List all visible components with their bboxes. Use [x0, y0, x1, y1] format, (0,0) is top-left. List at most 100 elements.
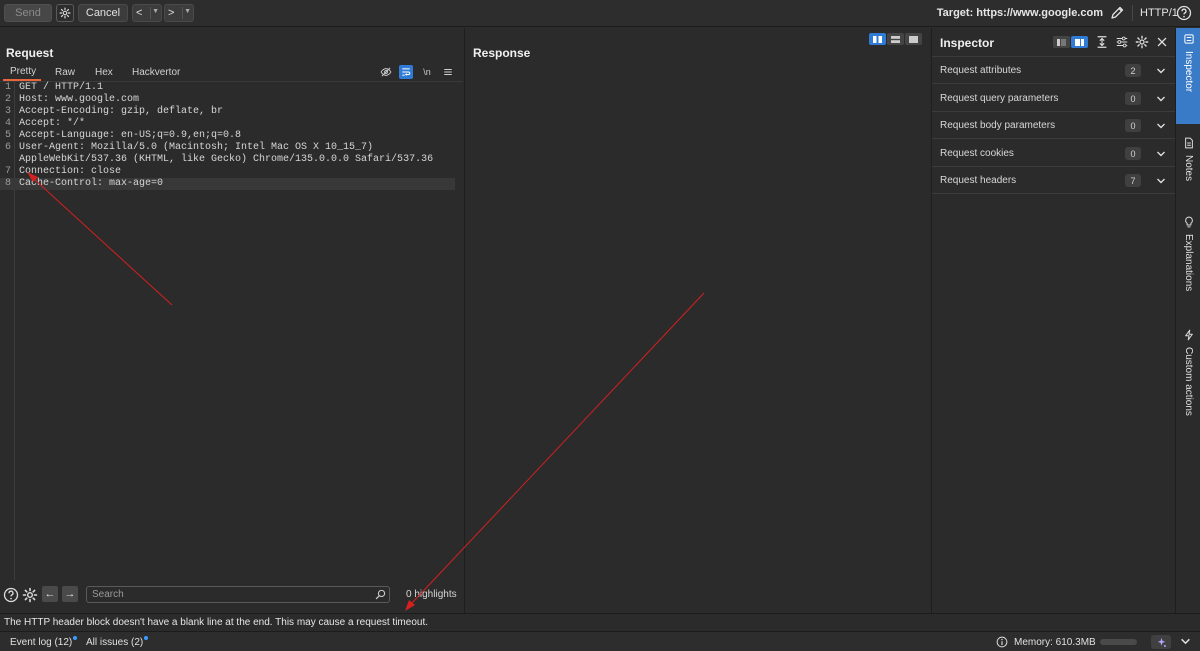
- all-issues-link[interactable]: All issues (2): [86, 636, 149, 648]
- layout-stacked-button[interactable]: [887, 33, 904, 45]
- event-log-label: Event log (12): [10, 637, 73, 648]
- chevron-down-icon: [1157, 68, 1165, 74]
- tab-hackvertor[interactable]: Hackvertor: [132, 64, 180, 81]
- code-text: Host: www.google.com: [19, 94, 140, 105]
- inspector-layout-right-button[interactable]: [1071, 36, 1088, 48]
- ai-assistant-button[interactable]: [1151, 635, 1171, 649]
- expand-all-icon[interactable]: [1095, 35, 1109, 49]
- top-toolbar: Send Cancel < ▼ > ▼ Target: https://www.…: [0, 0, 1200, 27]
- memory-usage-bar: [1100, 639, 1137, 645]
- chevron-down-icon[interactable]: [1180, 636, 1191, 647]
- filter-sliders-icon[interactable]: [1115, 35, 1129, 49]
- newline-toggle[interactable]: \n: [420, 65, 434, 79]
- divider: [150, 7, 151, 19]
- gear-icon[interactable]: [22, 587, 38, 603]
- arrow-left-icon: ←: [44, 588, 56, 600]
- hide-nonprintable-toggle[interactable]: [379, 65, 393, 79]
- inspector-layout-toggle: [1053, 36, 1088, 48]
- lightbulb-icon: [1184, 216, 1193, 228]
- memory-usage: Memory: 610.3MB: [1014, 637, 1096, 648]
- sparkle-icon: [1157, 637, 1166, 647]
- layout-tabs-button[interactable]: [905, 33, 922, 45]
- code-text: AppleWebKit/537.36 (KHTML, like Gecko) C…: [19, 154, 434, 165]
- request-title: Request: [6, 46, 54, 60]
- close-icon[interactable]: [1155, 35, 1169, 49]
- inspector-row-cookies[interactable]: Request cookies 0: [932, 140, 1175, 167]
- next-match-button[interactable]: →: [62, 586, 78, 602]
- info-icon[interactable]: [996, 636, 1008, 648]
- code-text: Accept-Language: en-US;q=0.9,en;q=0.8: [19, 130, 242, 141]
- help-icon[interactable]: [1176, 5, 1192, 21]
- editor-menu-button[interactable]: [441, 65, 455, 79]
- http-version-toggle[interactable]: HTTP/1: [1140, 7, 1178, 19]
- arrow-right-icon: →: [64, 588, 76, 600]
- cancel-button[interactable]: Cancel: [78, 4, 128, 22]
- chevron-down-icon: [1157, 123, 1165, 129]
- target-url-label: Target: https://www.google.com: [936, 7, 1103, 19]
- help-icon[interactable]: [3, 587, 19, 603]
- send-button[interactable]: Send: [4, 4, 52, 22]
- tab-raw[interactable]: Raw: [55, 64, 75, 81]
- inspector-row-label: Request body parameters: [940, 120, 1056, 131]
- rows-icon: [891, 35, 900, 43]
- inspector-row-label: Request cookies: [940, 148, 1014, 159]
- previous-match-button[interactable]: ←: [42, 586, 58, 602]
- inspector-row-body-parameters[interactable]: Request body parameters 0: [932, 112, 1175, 139]
- inspector-row-headers[interactable]: Request headers 7: [932, 167, 1175, 194]
- forward-label: >: [168, 7, 175, 19]
- chevron-down-icon: [1157, 151, 1165, 157]
- response-title: Response: [473, 46, 531, 60]
- inspector-layout-left-button[interactable]: [1053, 36, 1070, 48]
- inspector-row-query-parameters[interactable]: Request query parameters 0: [932, 85, 1175, 112]
- count-badge: 7: [1125, 174, 1141, 187]
- code-text: Accept-Encoding: gzip, deflate, br: [19, 106, 224, 117]
- gear-icon[interactable]: [1135, 35, 1149, 49]
- code-text: User-Agent: Mozilla/5.0 (Macintosh; Inte…: [19, 142, 374, 153]
- line-number: 6: [5, 142, 12, 153]
- side-rail: Inspector Notes Explanations Custom acti…: [1175, 28, 1200, 613]
- single-pane-icon: [909, 35, 918, 43]
- search-icon: [375, 589, 386, 600]
- count-badge: 2: [1125, 64, 1141, 77]
- pencil-icon[interactable]: [1109, 5, 1125, 21]
- word-wrap-toggle[interactable]: [399, 65, 413, 79]
- divider: [182, 7, 183, 19]
- code-text: Accept: */*: [19, 118, 86, 129]
- columns-icon: [873, 35, 882, 43]
- chevron-down-icon: [1157, 178, 1165, 184]
- request-editor[interactable]: 1 GET / HTTP/1.1 2 Host: www.google.com 3A…: [0, 82, 463, 580]
- event-log-link[interactable]: Event log (12): [10, 636, 78, 648]
- rail-tab-label: Inspector: [1183, 51, 1194, 93]
- rail-tab-inspector[interactable]: Inspector: [1176, 28, 1200, 124]
- lightning-icon: [1184, 329, 1193, 341]
- line-number: 7: [5, 166, 12, 177]
- inspector-row-label: Request attributes: [940, 65, 1022, 76]
- inspector-icon: [1183, 34, 1194, 44]
- all-issues-label: All issues (2): [86, 637, 144, 648]
- code-text: Cache-Control: max-age=0: [19, 178, 164, 189]
- rail-tab-explanations[interactable]: Explanations: [1176, 211, 1200, 321]
- request-settings-button[interactable]: [56, 4, 74, 22]
- layout-toggle-group: [869, 33, 922, 45]
- inspector-row-request-attributes[interactable]: Request attributes 2: [932, 57, 1175, 84]
- chevron-down-icon[interactable]: ▼: [184, 8, 191, 15]
- divider: [1132, 5, 1133, 21]
- wrap-lines-icon: [402, 68, 411, 76]
- chevron-down-icon[interactable]: ▼: [152, 8, 159, 15]
- tab-hex[interactable]: Hex: [95, 64, 113, 81]
- rail-tab-notes[interactable]: Notes: [1176, 132, 1200, 222]
- tab-pretty[interactable]: Pretty: [3, 64, 41, 81]
- code-text: Connection: close: [19, 166, 122, 177]
- notes-icon: [1184, 137, 1193, 149]
- code-line: 1 GET / HTTP/1.1: [0, 82, 455, 94]
- history-forward-button[interactable]: > ▼: [164, 4, 194, 22]
- search-input[interactable]: [86, 586, 390, 603]
- code-line: 7 Connection: close: [0, 166, 455, 178]
- rail-tab-custom-actions[interactable]: Custom actions: [1176, 324, 1200, 454]
- line-number: 2: [5, 94, 12, 105]
- count-badge: 0: [1125, 147, 1141, 160]
- history-back-button[interactable]: < ▼: [132, 4, 162, 22]
- hamburger-menu-icon: [444, 69, 452, 75]
- line-number: 8: [5, 178, 12, 189]
- layout-side-by-side-button[interactable]: [869, 33, 886, 45]
